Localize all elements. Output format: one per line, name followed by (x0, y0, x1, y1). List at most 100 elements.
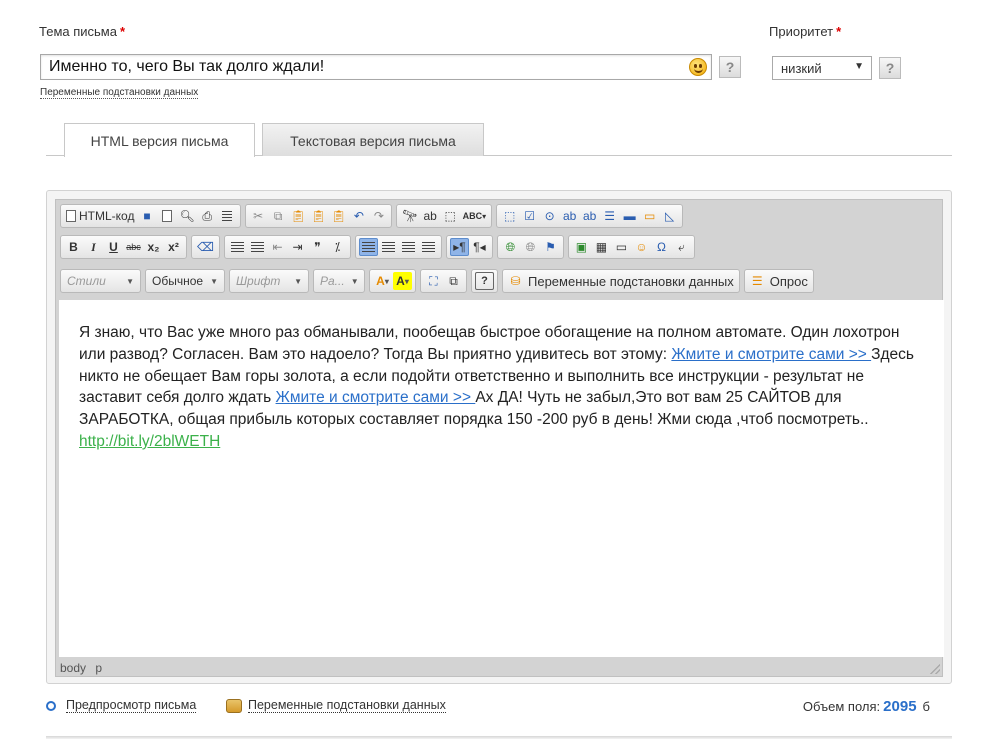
outdent-icon[interactable]: ⇤ (268, 238, 287, 256)
undo-icon[interactable]: ↶ (349, 207, 368, 225)
text-color-icon[interactable]: A ▾ (373, 272, 392, 290)
toolbar-group-basic: B I U abc x₂ x² (60, 235, 187, 259)
subject-field[interactable] (40, 54, 712, 80)
toolbar-row-3: Стили ▼ Обычное ▼ Шрифт ▼ Ра... ▼ A ▾ A ▾ ⛶ ⧉ … (60, 269, 814, 293)
preview-icon[interactable]: 🔍︎ (177, 207, 196, 225)
find-icon[interactable]: 🔭︎ (400, 207, 419, 225)
select-field-icon[interactable]: ☰ (600, 207, 619, 225)
save-icon[interactable]: ■ (137, 207, 156, 225)
subject-input[interactable] (41, 55, 681, 79)
html-code-button[interactable]: HTML-код (64, 207, 136, 225)
paste-icon[interactable]: 📋︎ (289, 207, 308, 225)
vars-link[interactable]: Переменные подстановки данных (226, 699, 446, 713)
preview-link[interactable]: Предпросмотр письма (46, 699, 197, 713)
underline-button[interactable]: U (104, 238, 123, 256)
templates-icon[interactable] (218, 207, 237, 225)
subject-vars-link[interactable]: Переменные подстановки данных (40, 87, 199, 99)
superscript-button[interactable]: x² (164, 238, 183, 256)
chevron-down-icon: ▼ (210, 276, 218, 286)
help-icon[interactable]: ? (475, 272, 494, 290)
toolbar-row-2: B I U abc x₂ x² ⌫ ⇤ ⇥ ❞ ⁒ ▸¶ ¶◂ 🌐︎ 🌐︎ ⚑ … (60, 235, 695, 259)
bullet-list-icon[interactable] (248, 238, 267, 256)
path-body[interactable]: body (60, 661, 86, 675)
special-char-icon[interactable]: Ω (652, 238, 671, 256)
show-blocks-icon[interactable]: ⧉ (444, 272, 463, 290)
poll-icon: ☰ (751, 274, 763, 288)
copy-icon[interactable]: ⧉ (269, 207, 288, 225)
unlink-icon[interactable]: 🌐︎ (521, 238, 540, 256)
paste-word-icon[interactable]: 📋︎ (329, 207, 348, 225)
italic-button[interactable]: I (84, 238, 103, 256)
size-combo[interactable]: Ра... ▼ (313, 269, 365, 293)
priority-select[interactable]: низкий ▼ (772, 56, 872, 80)
replace-icon[interactable]: ab (421, 207, 440, 225)
toolbar-group-clipboard: ✂ ⧉ 📋︎ 📋︎ 📋︎ ↶ ↷ (244, 204, 393, 228)
priority-help-button[interactable]: ? (879, 57, 901, 79)
anchor-flag-icon[interactable]: ⚑ (541, 238, 560, 256)
editor-content[interactable]: Я знаю, что Вас уже много раз обманывали… (59, 300, 944, 657)
path-p[interactable]: p (95, 661, 102, 675)
toolbar-row-1: HTML-код ■ 🔍︎ ⎙ ✂ ⧉ 📋︎ 📋︎ 📋︎ ↶ ↷ 🔭︎ ab ⬚ (60, 204, 684, 228)
image-button-icon[interactable]: ▭ (640, 207, 659, 225)
align-justify-icon[interactable] (419, 238, 438, 256)
cut-icon[interactable]: ✂ (249, 207, 268, 225)
editor-frame: HTML-код ■ 🔍︎ ⎙ ✂ ⧉ 📋︎ 📋︎ 📋︎ ↶ ↷ 🔭︎ ab ⬚ (46, 190, 952, 684)
eraser-icon[interactable]: ⌫ (195, 238, 216, 256)
tab-text[interactable]: Текстовая версия письма (262, 123, 484, 156)
element-path: body p (60, 661, 108, 675)
indent-icon[interactable]: ⇥ (288, 238, 307, 256)
toolbar-group-links: 🌐︎ 🌐︎ ⚑ (496, 235, 564, 259)
format-combo[interactable]: Обычное ▼ (145, 269, 225, 293)
smiley-icon[interactable]: ☺ (632, 238, 651, 256)
link-icon[interactable]: 🌐︎ (501, 238, 520, 256)
redo-icon[interactable]: ↷ (369, 207, 388, 225)
radio-icon[interactable]: ⊙ (540, 207, 559, 225)
button-field-icon[interactable]: ▬ (620, 207, 639, 225)
numbered-list-icon[interactable] (228, 238, 247, 256)
subject-help-button[interactable]: ? (719, 56, 741, 78)
content-link-1[interactable]: Жмите и смотрите сами >> (671, 346, 871, 363)
div-container-icon[interactable]: ⁒ (328, 238, 347, 256)
resize-grip-icon[interactable] (930, 664, 940, 674)
content-link-3[interactable]: http://bit.ly/2blWETH (79, 433, 220, 450)
styles-combo[interactable]: Стили ▼ (60, 269, 141, 293)
bg-color-icon[interactable]: A ▾ (393, 272, 412, 290)
tab-html[interactable]: HTML версия письма (64, 123, 255, 157)
blockquote-icon[interactable]: ❞ (308, 238, 327, 256)
form-icon[interactable]: ⬚ (500, 207, 519, 225)
checkbox-icon[interactable]: ☑ (520, 207, 539, 225)
paste-text-icon[interactable]: 📋︎ (309, 207, 328, 225)
table-icon[interactable]: ▦ (592, 238, 611, 256)
page-break-icon[interactable]: ⤶ (672, 238, 691, 256)
emoji-icon[interactable] (689, 58, 707, 76)
horizontal-rule-icon[interactable]: ▭ (612, 238, 631, 256)
align-center-icon[interactable] (379, 238, 398, 256)
size-unit: б (922, 699, 930, 714)
rtl-icon[interactable]: ¶◂ (470, 238, 489, 256)
spellcheck-icon[interactable]: ABC ▾ (461, 207, 489, 225)
maximize-icon[interactable]: ⛶ (424, 272, 443, 290)
strike-button[interactable]: abc (124, 238, 143, 256)
vars-toolbar-button[interactable]: ⛁ Переменные подстановки данных (502, 269, 740, 293)
database-icon: ⛁ (510, 274, 521, 288)
align-right-icon[interactable] (399, 238, 418, 256)
poll-toolbar-button[interactable]: ☰ Опрос (743, 269, 814, 293)
subscript-button[interactable]: x₂ (144, 238, 163, 256)
textfield-icon[interactable]: ab (560, 207, 579, 225)
bold-button[interactable]: B (64, 238, 83, 256)
hidden-field-icon[interactable]: ◺ (660, 207, 679, 225)
select-all-icon[interactable]: ⬚ (441, 207, 460, 225)
new-page-icon[interactable] (157, 207, 176, 225)
toolbar-group-lists: ⇤ ⇥ ❞ ⁒ (223, 235, 351, 259)
content-link-2[interactable]: Жмите и смотрите сами >> (276, 389, 476, 406)
toolbar-group-tools: ⛶ ⧉ (420, 269, 467, 293)
font-combo[interactable]: Шрифт ▼ (229, 269, 309, 293)
toolbar-group-clear: ⌫ (191, 235, 220, 259)
subject-label: Тема письма * (39, 24, 126, 39)
textarea-icon[interactable]: ab (580, 207, 599, 225)
align-left-icon[interactable] (358, 238, 378, 256)
ltr-icon[interactable]: ▸¶ (449, 238, 469, 256)
toolbar-group-source: HTML-код ■ 🔍︎ ⎙ (60, 204, 241, 228)
print-icon[interactable]: ⎙ (198, 207, 217, 225)
image-icon[interactable]: ▣ (572, 238, 591, 256)
